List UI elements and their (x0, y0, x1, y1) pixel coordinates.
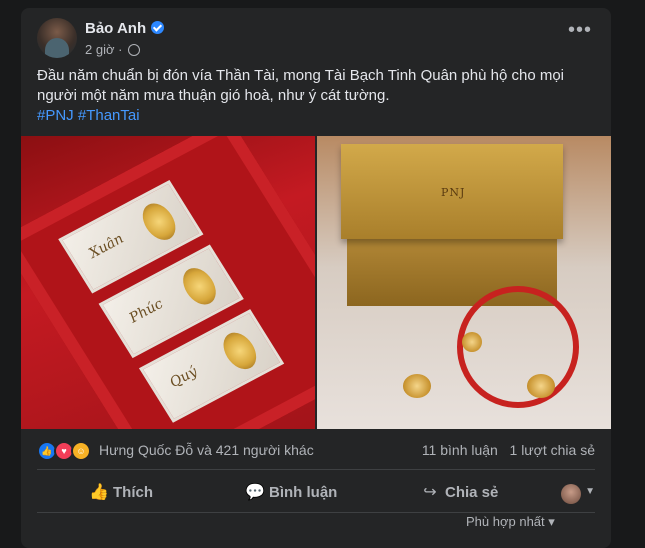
verified-icon (151, 21, 165, 34)
comment-count[interactable]: 11 bình luận (422, 442, 498, 458)
gold-charm (527, 374, 555, 398)
reaction-icons[interactable]: 👍 ♥ ☺ (37, 441, 91, 461)
post-time[interactable]: 2 giờ (85, 42, 115, 57)
gold-coin-icon (216, 327, 263, 375)
gold-charm (403, 374, 431, 398)
post-body: Đầu năm chuẩn bị đón vía Thần Tài, mong … (37, 67, 564, 104)
gold-box-lid: PNJ (341, 144, 563, 239)
photo-jewelry-box[interactable]: PNJ (317, 136, 611, 429)
photo-grid: Xuân Phúc Quý PNJ (21, 136, 611, 429)
gold-coin-icon (136, 198, 183, 246)
comment-icon: 💬 (245, 484, 265, 501)
profile-selector-avatar[interactable] (561, 484, 581, 504)
share-count[interactable]: 1 lượt chia sẻ (510, 442, 595, 458)
post-meta: 2 giờ · (85, 42, 141, 57)
hashtags[interactable]: #PNJ #ThanTai (37, 106, 597, 126)
chevron-down-icon[interactable]: ▼ (585, 486, 595, 497)
comment-share-counts: 11 bình luận 1 lượt chia sẻ (422, 442, 595, 458)
divider (37, 469, 595, 470)
post-card: Bảo Anh 2 giờ · ••• Đầu năm chuẩn bị đón… (21, 8, 611, 548)
red-gift-tray: Xuân Phúc Quý (21, 136, 315, 429)
comment-button[interactable]: 💬 Bình luận (245, 475, 337, 511)
care-icon: ☺ (71, 441, 91, 461)
action-bar: 👍 Thích 💬 Bình luận ↪ Chia sẻ ▼ (37, 475, 595, 511)
like-button[interactable]: 👍 Thích (89, 475, 153, 511)
share-icon: ↪ (423, 484, 437, 501)
share-button[interactable]: ↪ Chia sẻ (421, 475, 498, 511)
avatar[interactable] (37, 18, 77, 58)
author-name[interactable]: Bảo Anh (85, 20, 165, 37)
divider (37, 512, 595, 513)
gold-coin-icon (176, 262, 223, 310)
post-text: Đầu năm chuẩn bị đón vía Thần Tài, mong … (37, 66, 597, 126)
post-header: Bảo Anh 2 giờ · ••• (37, 18, 595, 60)
like-outline-icon: 👍 (89, 484, 109, 501)
globe-icon[interactable] (128, 44, 141, 56)
brand-logo: PNJ (441, 186, 466, 199)
photo-gold-bars[interactable]: Xuân Phúc Quý (21, 136, 315, 429)
gold-ring (462, 332, 482, 352)
more-options-button[interactable]: ••• (565, 20, 595, 46)
comment-sort-button[interactable]: Phù hợp nhất ▾ (466, 514, 555, 530)
reaction-summary[interactable]: Hưng Quốc Đỗ và 421 người khác (99, 442, 314, 458)
engagement-stats: 👍 ♥ ☺ Hưng Quốc Đỗ và 421 người khác 11 bì… (37, 439, 595, 465)
